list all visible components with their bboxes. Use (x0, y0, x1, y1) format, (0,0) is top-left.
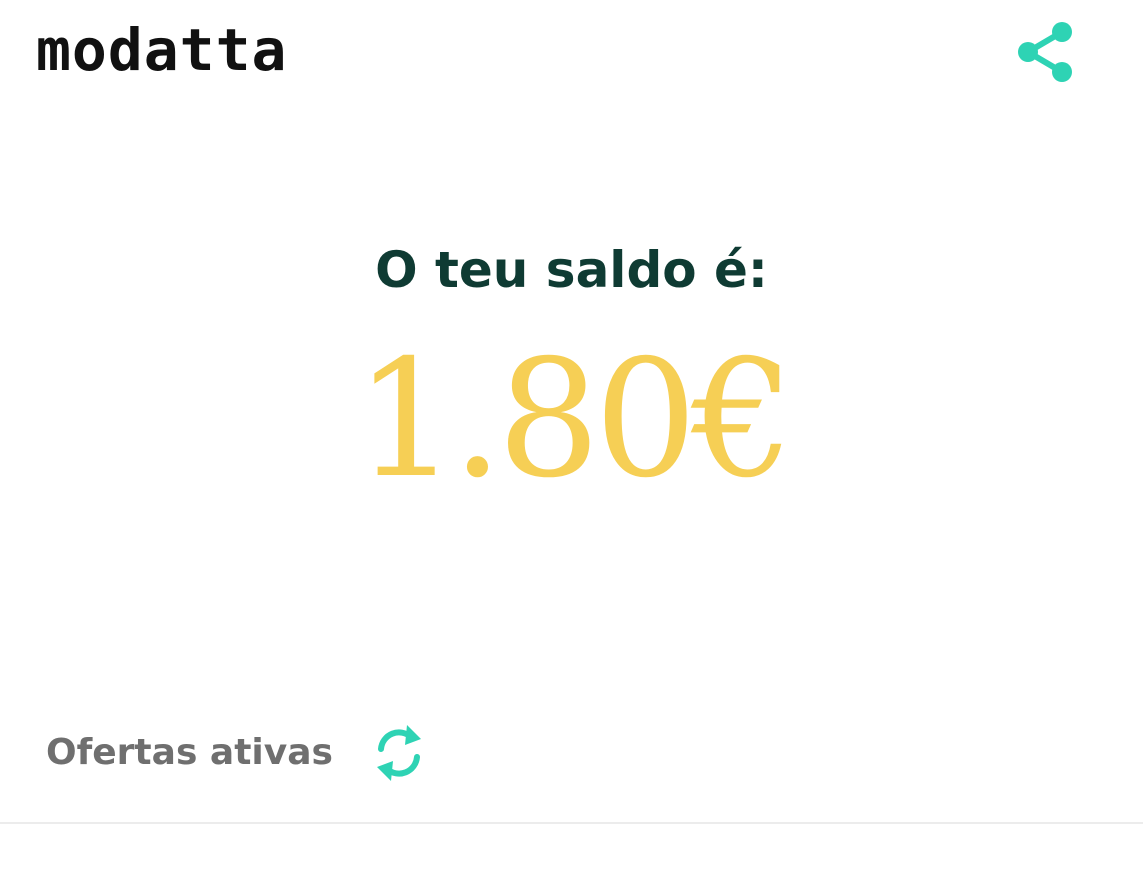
share-icon (1018, 22, 1072, 82)
active-offers-title: Ofertas ativas (46, 732, 333, 773)
refresh-button[interactable] (369, 718, 429, 788)
balance-label: O teu saldo é: (375, 241, 768, 299)
active-offers-header: Ofertas ativas (46, 718, 429, 788)
modatta-logo: modatta (36, 16, 288, 84)
share-button[interactable] (1012, 18, 1080, 86)
offers-list-area (0, 824, 1143, 870)
balance-amount: 1.80€ (354, 326, 795, 514)
app-header: modatta (0, 0, 1143, 110)
refresh-icon (376, 725, 421, 781)
